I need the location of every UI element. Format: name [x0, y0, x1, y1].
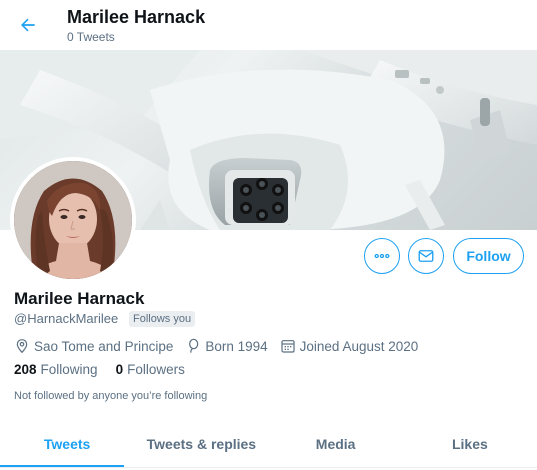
birthday-text: Born 1994 — [205, 338, 268, 354]
profile-meta: Sao Tome and Principe Born 1994 Joined A… — [14, 337, 430, 355]
profile-name: Marilee Harnack — [14, 289, 145, 308]
back-button[interactable] — [12, 9, 44, 41]
tab-media[interactable]: Media — [269, 420, 403, 468]
more-dots-icon — [374, 253, 390, 259]
follow-button[interactable]: Follow — [453, 238, 524, 274]
profile-handle: @HarnackMarilee — [14, 311, 119, 326]
profile-tabs: Tweets Tweets & replies Media Likes — [0, 420, 537, 468]
tab-tweets[interactable]: Tweets — [0, 420, 134, 468]
joined-item: Joined August 2020 — [280, 338, 419, 354]
following-count: 208 — [14, 362, 37, 377]
tab-likes[interactable]: Likes — [403, 420, 537, 468]
followers-label: Followers — [127, 362, 185, 377]
avatar[interactable] — [10, 157, 136, 283]
calendar-icon — [281, 340, 295, 353]
follows-you-badge: Follows you — [129, 311, 196, 327]
tab-tweets-and-replies[interactable]: Tweets & replies — [134, 420, 268, 468]
not-followed-note: Not followed by anyone you’re following — [14, 390, 208, 402]
location-item: Sao Tome and Principe — [14, 338, 173, 354]
location-text: Sao Tome and Principe — [34, 338, 174, 354]
message-button[interactable] — [408, 238, 444, 274]
following-link[interactable]: 208 Following — [14, 362, 98, 377]
birthday-item: Born 1994 — [185, 338, 268, 354]
following-label: Following — [40, 362, 98, 377]
more-options-button[interactable] — [364, 238, 400, 274]
avatar-portrait — [14, 161, 132, 279]
location-pin-icon — [16, 339, 28, 354]
joined-text: Joined August 2020 — [299, 338, 419, 354]
tweet-count: 0 Tweets — [67, 30, 115, 44]
followers-link[interactable]: 0 Followers — [116, 362, 185, 377]
followers-count: 0 — [115, 362, 124, 377]
header-title: Marilee Harnack — [67, 7, 206, 27]
back-arrow-icon — [21, 18, 35, 32]
balloon-icon — [189, 338, 199, 353]
envelope-icon — [418, 250, 434, 262]
tabs-divider — [0, 467, 537, 468]
follow-stats: 208 Following 0 Followers — [14, 362, 203, 377]
profile-header: Marilee Harnack 0 Tweets — [0, 0, 537, 50]
